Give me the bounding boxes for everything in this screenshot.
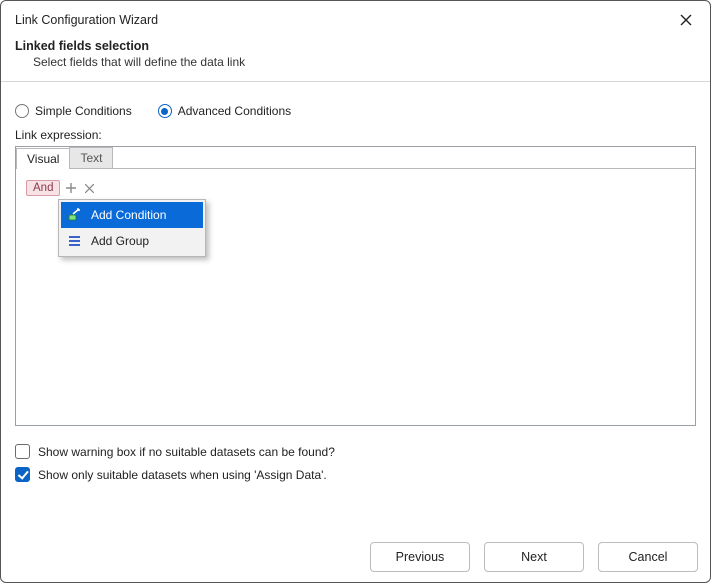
menu-item-add-group[interactable]: Add Group <box>61 228 203 254</box>
checkbox-show-suitable[interactable]: Show only suitable datasets when using '… <box>15 467 696 482</box>
close-icon[interactable] <box>672 9 700 31</box>
radio-icon <box>15 104 29 118</box>
menu-item-add-condition[interactable]: Add Condition <box>61 202 203 228</box>
menu-item-label: Add Condition <box>91 208 166 222</box>
plus-icon[interactable] <box>62 179 80 197</box>
radio-label: Advanced Conditions <box>178 104 291 118</box>
next-button[interactable]: Next <box>484 542 584 572</box>
radio-icon <box>158 104 172 118</box>
checkbox-icon <box>15 444 30 459</box>
window-title: Link Configuration Wizard <box>15 13 158 27</box>
radio-label: Simple Conditions <box>35 104 132 118</box>
checkbox-label: Show only suitable datasets when using '… <box>38 468 327 482</box>
add-group-icon <box>67 233 83 249</box>
checkbox-show-warning[interactable]: Show warning box if no suitable datasets… <box>15 444 696 459</box>
tab-text[interactable]: Text <box>69 147 113 168</box>
tab-visual[interactable]: Visual <box>16 148 70 169</box>
checkbox-label: Show warning box if no suitable datasets… <box>38 445 335 459</box>
page-heading: Linked fields selection <box>15 39 696 53</box>
expression-panel: Visual Text And <box>15 146 696 426</box>
menu-item-label: Add Group <box>91 234 149 248</box>
add-menu-popup: Add Condition Add Group <box>58 199 206 257</box>
close-icon[interactable] <box>80 179 98 197</box>
add-condition-icon <box>67 207 83 223</box>
page-subheading: Select fields that will define the data … <box>15 53 696 69</box>
link-expression-label: Link expression: <box>15 128 696 142</box>
previous-button[interactable]: Previous <box>370 542 470 572</box>
cancel-button[interactable]: Cancel <box>598 542 698 572</box>
checkbox-icon <box>15 467 30 482</box>
radio-simple-conditions[interactable]: Simple Conditions <box>15 104 132 118</box>
group-operator-tag[interactable]: And <box>26 180 60 196</box>
radio-advanced-conditions[interactable]: Advanced Conditions <box>158 104 291 118</box>
